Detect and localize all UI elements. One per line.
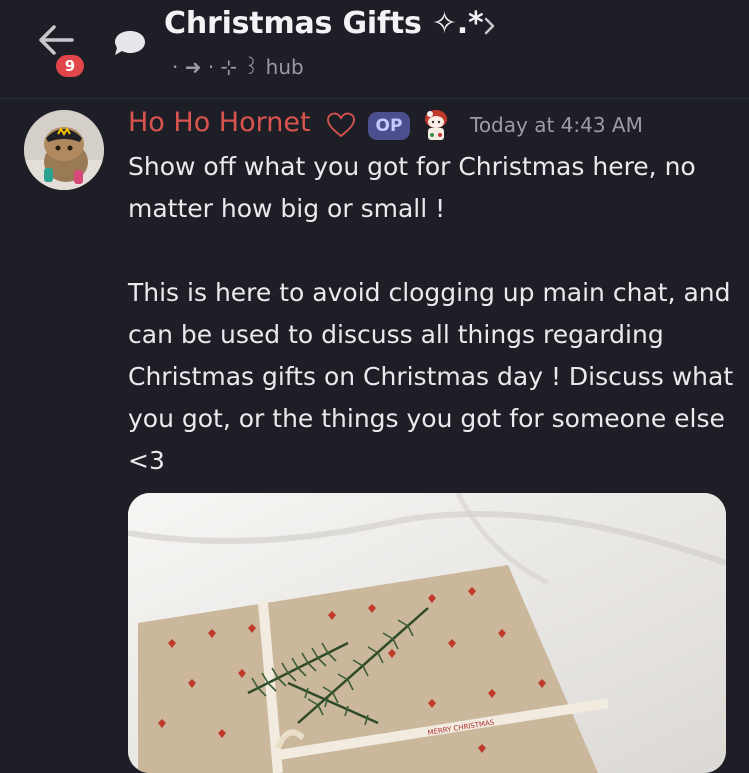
timestamp: Today at 4:43 AM xyxy=(470,113,643,137)
role-emoji-icon xyxy=(425,110,447,140)
chevron-right-icon[interactable] xyxy=(483,16,497,36)
unread-badge: 9 xyxy=(53,52,87,80)
heart-outline-icon xyxy=(327,112,355,138)
thread-bubble-icon xyxy=(115,31,145,55)
avatar-image xyxy=(24,110,104,190)
gift-photo: MERRY CHRISTMAS xyxy=(128,493,726,773)
thread-title[interactable]: Christmas Gifts ✧.* xyxy=(164,6,484,41)
author-name[interactable]: Ho Ho Hornet xyxy=(128,107,311,138)
message-body: Show off what you got for Christmas here… xyxy=(128,152,734,475)
op-badge: OP xyxy=(368,112,410,140)
thread-header: 9 Christmas Gifts ✧.* · ➜ · ⊹ ꒱ hub xyxy=(0,0,749,99)
parent-channel-label[interactable]: · ➜ · ⊹ ꒱ hub xyxy=(172,53,304,79)
avatar[interactable] xyxy=(24,110,104,190)
image-attachment[interactable]: MERRY CHRISTMAS xyxy=(128,493,726,773)
